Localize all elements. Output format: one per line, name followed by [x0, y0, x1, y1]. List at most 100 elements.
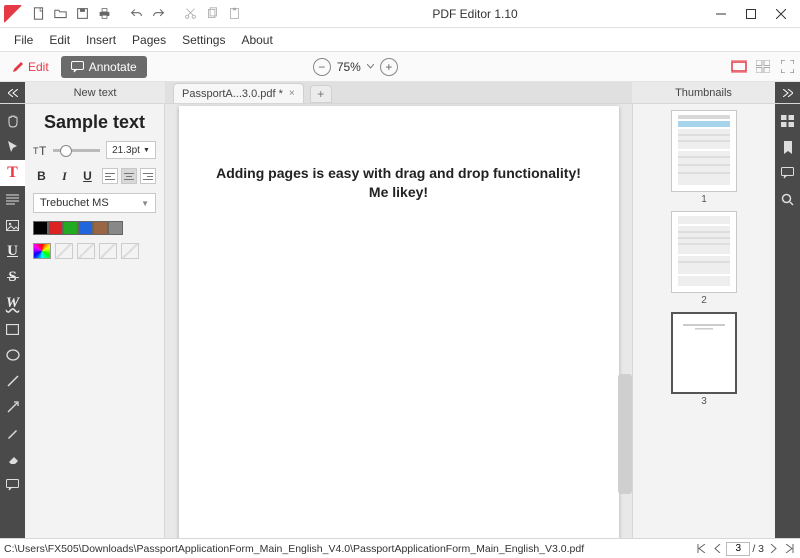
open-icon[interactable] [50, 4, 70, 24]
add-tab-button[interactable]: + [310, 85, 332, 103]
maximize-button[interactable] [736, 0, 766, 28]
menu-edit[interactable]: Edit [41, 30, 78, 50]
thumbnail-page-3[interactable] [671, 312, 737, 394]
hand-tool-icon[interactable] [0, 108, 25, 134]
swatch-brown[interactable] [93, 221, 108, 235]
pencil-icon [12, 61, 24, 73]
zoom-value[interactable]: 75% [337, 60, 361, 74]
color-swatches [33, 221, 156, 235]
document-page[interactable]: Adding pages is easy with drag and drop … [179, 106, 619, 538]
recent-color-4[interactable] [121, 243, 139, 259]
font-size-slider[interactable] [53, 149, 100, 152]
menu-pages[interactable]: Pages [124, 30, 174, 50]
document-viewport[interactable]: Adding pages is easy with drag and drop … [165, 104, 632, 538]
comments-rail-icon[interactable] [775, 160, 800, 186]
comment-icon [71, 61, 84, 73]
view-fullscreen-icon[interactable] [778, 59, 796, 75]
italic-button[interactable]: I [56, 167, 73, 185]
right-rail [775, 104, 800, 538]
status-bar: C:\Users\FX505\Downloads\PassportApplica… [0, 538, 800, 558]
redo-icon[interactable] [148, 4, 168, 24]
window-title: PDF Editor 1.10 [244, 7, 706, 21]
document-tab[interactable]: PassportA...3.0.pdf * × [173, 83, 304, 103]
bookmarks-rail-icon[interactable] [775, 134, 800, 160]
view-grid-icon[interactable] [754, 59, 772, 75]
zoom-out-button[interactable]: − [313, 58, 331, 76]
arrow-tool-icon[interactable] [0, 394, 25, 420]
chevron-down-icon: ▼ [141, 199, 149, 208]
search-rail-icon[interactable] [775, 186, 800, 212]
vertical-scrollbar[interactable] [618, 374, 632, 494]
image-tool-icon[interactable] [0, 212, 25, 238]
font-size-input[interactable]: 21.3pt▼ [106, 141, 156, 159]
menu-bar: File Edit Insert Pages Settings About [0, 28, 800, 52]
collapse-left-button[interactable] [0, 82, 25, 103]
pointer-tool-icon[interactable] [0, 134, 25, 160]
thumbnails-rail-icon[interactable] [775, 108, 800, 134]
ellipse-tool-icon[interactable] [0, 342, 25, 368]
title-bar: PDF Editor 1.10 [0, 0, 800, 28]
swatch-black[interactable] [33, 221, 48, 235]
prev-page-button[interactable] [710, 542, 724, 556]
next-page-button[interactable] [766, 542, 780, 556]
swatch-blue[interactable] [78, 221, 93, 235]
menu-file[interactable]: File [6, 30, 41, 50]
left-panel-header: New text [25, 82, 165, 103]
page-nav: / 3 [694, 542, 796, 556]
view-single-icon[interactable] [730, 59, 748, 75]
font-family-select[interactable]: Trebuchet MS ▼ [33, 193, 156, 213]
squiggle-tool-icon[interactable]: W [0, 290, 25, 316]
document-text-line2[interactable]: Me likey! [199, 183, 599, 202]
strikethrough-tool-icon[interactable]: S [0, 264, 25, 290]
eraser-tool-icon[interactable] [0, 446, 25, 472]
print-icon[interactable] [94, 4, 114, 24]
new-icon[interactable] [28, 4, 48, 24]
underline-button[interactable]: U [79, 167, 96, 185]
swatch-gray[interactable] [108, 221, 123, 235]
edit-mode-button[interactable]: Edit [4, 57, 57, 77]
align-left-button[interactable] [102, 168, 118, 184]
font-size-icon: TT [33, 144, 47, 156]
thumbnails-header: Thumbnails [632, 82, 775, 103]
undo-icon[interactable] [126, 4, 146, 24]
app-logo-icon [4, 5, 22, 23]
paragraph-tool-icon[interactable] [0, 186, 25, 212]
page-number-input[interactable] [726, 542, 750, 556]
annotation-tool-icon[interactable] [0, 472, 25, 498]
file-path: C:\Users\FX505\Downloads\PassportApplica… [4, 543, 694, 555]
save-icon[interactable] [72, 4, 92, 24]
collapse-right-button[interactable] [775, 82, 800, 103]
swatch-green[interactable] [63, 221, 78, 235]
freehand-tool-icon[interactable] [0, 420, 25, 446]
minimize-button[interactable] [706, 0, 736, 28]
swatch-red[interactable] [48, 221, 63, 235]
chevron-down-icon[interactable] [367, 64, 374, 69]
cut-icon[interactable] [180, 4, 200, 24]
recent-color-3[interactable] [99, 243, 117, 259]
menu-insert[interactable]: Insert [78, 30, 124, 50]
line-tool-icon[interactable] [0, 368, 25, 394]
rectangle-tool-icon[interactable] [0, 316, 25, 342]
thumbnail-label-2: 2 [701, 295, 707, 306]
text-tool-icon[interactable]: T [0, 160, 25, 186]
tab-close-icon[interactable]: × [289, 88, 295, 99]
recent-color-1[interactable] [55, 243, 73, 259]
menu-about[interactable]: About [233, 30, 280, 50]
recent-color-2[interactable] [77, 243, 95, 259]
align-center-button[interactable] [121, 168, 137, 184]
color-picker-button[interactable] [33, 243, 51, 259]
copy-icon[interactable] [202, 4, 222, 24]
menu-settings[interactable]: Settings [174, 30, 233, 50]
zoom-in-button[interactable]: + [380, 58, 398, 76]
first-page-button[interactable] [694, 542, 708, 556]
thumbnail-page-2[interactable] [671, 211, 737, 293]
paste-icon[interactable] [224, 4, 244, 24]
close-button[interactable] [766, 0, 796, 28]
bold-button[interactable]: B [33, 167, 50, 185]
last-page-button[interactable] [782, 542, 796, 556]
underline-tool-icon[interactable]: U [0, 238, 25, 264]
annotate-mode-button[interactable]: Annotate [61, 56, 147, 78]
thumbnail-page-1[interactable] [671, 110, 737, 192]
align-right-button[interactable] [140, 168, 156, 184]
document-text-line1[interactable]: Adding pages is easy with drag and drop … [199, 164, 599, 183]
